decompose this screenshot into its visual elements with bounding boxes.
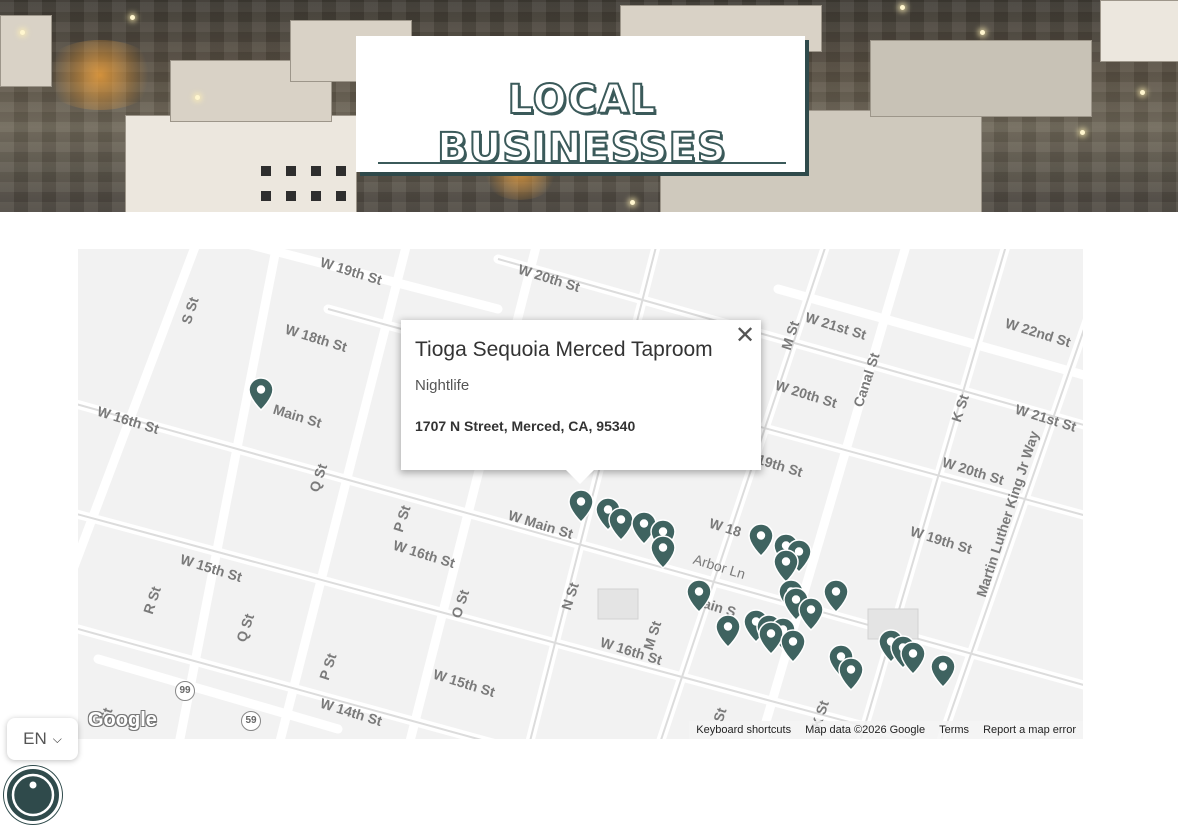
accessibility-icon	[11, 773, 55, 817]
business-name: Tioga Sequoia Merced Taproom	[415, 338, 713, 361]
map-data-attribution: Map data ©2026 Google	[805, 724, 926, 736]
accessibility-button[interactable]	[4, 766, 62, 824]
highway-shield: 59	[241, 711, 261, 731]
map-pin-icon[interactable]	[930, 654, 956, 688]
map-pin-icon[interactable]	[780, 629, 806, 663]
keyboard-shortcuts-link[interactable]: Keyboard shortcuts	[696, 724, 791, 736]
map-pin-icon[interactable]	[748, 523, 774, 557]
chevron-down-icon: ⌵	[52, 731, 62, 746]
highway-shield: 99	[175, 681, 195, 701]
title-underline	[378, 162, 786, 164]
map-pin-icon[interactable]	[248, 377, 274, 411]
page-title-card: LOCAL BUSINESSES	[356, 36, 805, 172]
map-pin-icon[interactable]	[568, 489, 594, 523]
map-pin-icon[interactable]	[900, 641, 926, 675]
business-category: Nightlife	[415, 377, 470, 394]
business-info-popup: Tioga Sequoia Merced Taproom Nightlife 1…	[401, 320, 761, 484]
language-selector[interactable]: EN ⌵	[7, 718, 78, 760]
business-address: 1707 N Street, Merced, CA, 95340	[415, 418, 636, 434]
page-title: LOCAL BUSINESSES	[436, 76, 727, 172]
map-footer: Keyboard shortcuts Map data ©2026 Google…	[689, 721, 1083, 739]
map-pin-icon[interactable]	[650, 535, 676, 569]
map-pin-icon[interactable]	[798, 597, 824, 631]
hero-banner: LOCAL BUSINESSES	[0, 0, 1178, 212]
map-pin-icon[interactable]	[773, 549, 799, 583]
terms-link[interactable]: Terms	[939, 724, 969, 736]
map-pin-icon[interactable]	[823, 579, 849, 613]
business-map[interactable]: W 19th St W 20th St W 18th St S St M St …	[78, 249, 1083, 739]
map-pin-icon[interactable]	[715, 614, 741, 648]
google-logo: Google	[88, 709, 157, 731]
map-pin-icon[interactable]	[686, 579, 712, 613]
report-map-error-link[interactable]: Report a map error	[983, 724, 1076, 736]
language-code: EN	[23, 729, 47, 748]
close-icon[interactable]: ✕	[733, 324, 757, 348]
map-pin-icon[interactable]	[838, 657, 864, 691]
